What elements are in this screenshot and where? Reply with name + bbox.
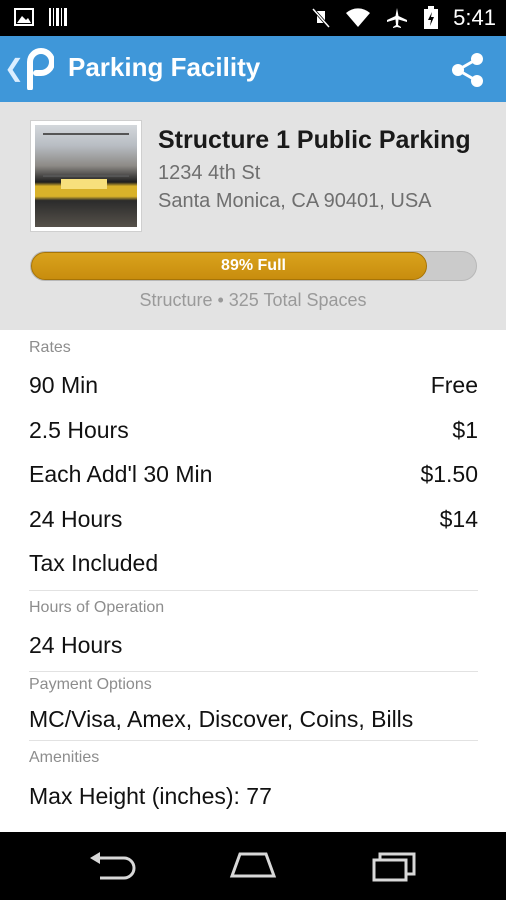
hours-row: 24 Hours (29, 632, 478, 659)
home-icon[interactable] (228, 850, 278, 882)
mute-icon (312, 8, 331, 28)
hours-label: Hours of Operation (29, 599, 165, 616)
chevron-left-icon[interactable]: ❮ (4, 54, 24, 82)
facility-details: Rates 90 Min Free 2.5 Hours $1 Each Add'… (0, 330, 506, 832)
facility-header: Structure 1 Public Parking 1234 4th St S… (0, 102, 506, 330)
rate-row: 90 Min Free (29, 372, 478, 399)
rate-row: 24 Hours $14 (29, 506, 478, 533)
rate-row: Tax Included (29, 550, 478, 577)
airplane-icon (387, 8, 408, 28)
status-time: 5:41 (453, 5, 496, 30)
recents-icon[interactable] (370, 850, 420, 882)
image-icon (14, 8, 34, 26)
rate-row: 2.5 Hours $1 (29, 417, 478, 444)
rate-label: 2.5 Hours (29, 417, 129, 443)
payment-row: MC/Visa, Amex, Discover, Coins, Bills (29, 706, 478, 733)
rate-label: 24 Hours (29, 506, 123, 532)
occupancy-bar: 89% Full (30, 251, 477, 281)
back-icon[interactable] (86, 850, 136, 882)
rate-label: 90 Min (29, 372, 99, 398)
rate-value: $14 (439, 506, 478, 532)
barcode-icon (49, 8, 67, 26)
app-bar: ❮ Parking Facility (0, 36, 506, 102)
rate-row: Each Add'l 30 Min $1.50 (29, 461, 478, 488)
battery-charging-icon (424, 6, 439, 29)
divider (29, 590, 478, 591)
rate-value: Free (430, 372, 478, 398)
hours-value: 24 Hours (29, 632, 123, 658)
rates-label: Rates (29, 339, 71, 356)
amenities-value: Max Height (inches): 77 (29, 783, 272, 809)
facility-address-line2[interactable]: Santa Monica, CA 90401, USA (158, 190, 432, 213)
divider (29, 740, 478, 741)
parkme-logo-icon[interactable] (24, 48, 54, 90)
facility-photo-image (35, 125, 137, 227)
rate-label: Tax Included (29, 550, 159, 576)
facility-photo[interactable] (30, 120, 142, 232)
facility-name: Structure 1 Public Parking (158, 126, 471, 154)
wifi-icon (346, 8, 371, 27)
amenities-row: Max Height (inches): 77 (29, 783, 478, 810)
facility-photo-sign (61, 179, 107, 189)
occupancy-label: 89% Full (221, 257, 286, 274)
facility-address-line1[interactable]: 1234 4th St (158, 162, 260, 185)
status-bar: 5:41 (0, 0, 506, 36)
rate-value: $1 (452, 417, 478, 443)
page-title: Parking Facility (68, 52, 261, 82)
facility-meta: Structure • 325 Total Spaces (139, 290, 367, 310)
rate-label: Each Add'l 30 Min (29, 461, 213, 487)
rate-value: $1.50 (420, 461, 478, 487)
payment-value: MC/Visa, Amex, Discover, Coins, Bills (29, 706, 414, 732)
navigation-bar (0, 832, 506, 900)
divider (29, 671, 478, 672)
share-icon[interactable] (450, 52, 486, 88)
payment-label: Payment Options (29, 676, 152, 693)
amenities-label: Amenities (29, 749, 100, 766)
